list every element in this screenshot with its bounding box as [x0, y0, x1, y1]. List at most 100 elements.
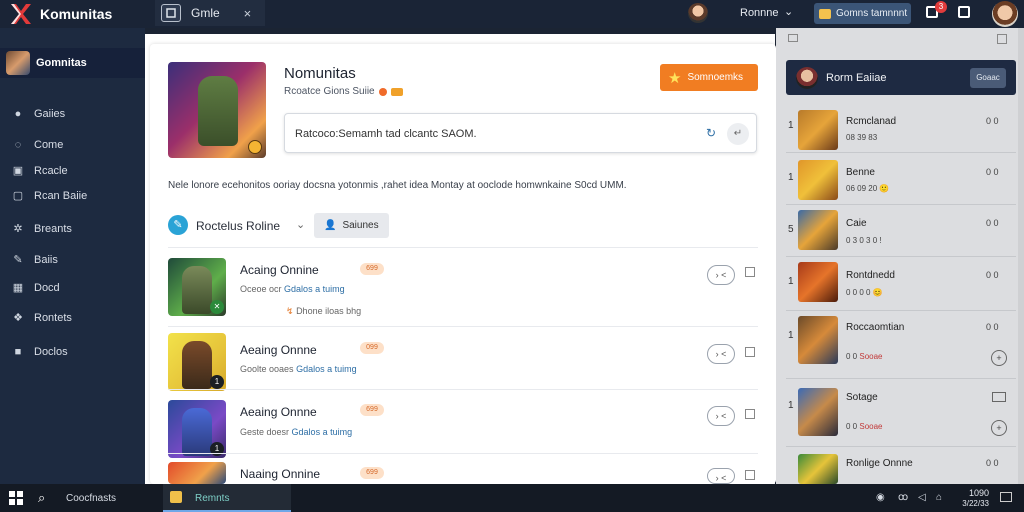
game-title[interactable]: Aeaing Onnne [240, 405, 317, 419]
user-name[interactable]: Ronnne [740, 7, 779, 19]
divider [786, 152, 1016, 153]
sidebar-item-read[interactable]: ▣ Rcacle [12, 165, 68, 177]
game-title[interactable]: Naaing Onnine [240, 467, 320, 481]
list-item-title[interactable]: Caie [846, 218, 867, 229]
chevron-down-icon[interactable]: ⌄ [784, 5, 793, 18]
list-item-action[interactable]: 0 0 [986, 218, 999, 228]
list-item-title[interactable]: Rontdnedd [846, 270, 895, 281]
more-icon[interactable] [745, 267, 755, 277]
game-thumbnail[interactable]: 1 [168, 333, 226, 391]
right-panel-button[interactable]: Goaac [970, 67, 1006, 88]
list-item-action[interactable]: 0 0 [986, 270, 999, 280]
list-thumbnail[interactable] [798, 160, 838, 200]
play-button[interactable]: › < [707, 468, 735, 484]
filter-label[interactable]: Roctelus Roline [196, 219, 280, 233]
divider [168, 389, 758, 390]
search-icon[interactable]: ⌕ [38, 490, 45, 506]
wifi-icon[interactable]: ⌂ [936, 492, 942, 503]
play-button[interactable]: › < [707, 265, 735, 285]
list-thumbnail[interactable] [798, 110, 838, 150]
game-thumbnail[interactable] [168, 462, 226, 484]
expand-icon[interactable] [997, 34, 1007, 44]
featured-button[interactable]: ★ Somnoemks [660, 64, 758, 91]
scrollbar[interactable] [1018, 28, 1024, 484]
profile-avatar[interactable] [992, 1, 1018, 27]
status-dot-icon [378, 87, 387, 96]
list-item-meta: 0 0 Sooae [846, 352, 883, 361]
fire-icon: ↯ [286, 306, 294, 316]
game-extra-text: Dhone iloas bhg [296, 306, 362, 316]
add-icon[interactable]: + [991, 420, 1007, 436]
sidebar-item-label: Gaiies [34, 108, 66, 120]
rank-number: 1 [788, 400, 794, 411]
edit-icon[interactable]: ✎ [168, 215, 188, 235]
refresh-icon[interactable]: ↻ [706, 126, 720, 140]
list-item-action[interactable]: 0 0 [986, 458, 999, 468]
list-item-title[interactable]: Sotage [846, 392, 878, 403]
rank-number: 5 [788, 224, 794, 235]
list-item-title[interactable]: Rcmclanad [846, 116, 896, 127]
list-thumbnail[interactable] [798, 262, 838, 302]
list-thumbnail[interactable] [798, 454, 838, 484]
tab-label: Gmle [191, 6, 220, 20]
hero-game-image[interactable] [168, 62, 266, 158]
chrome-icon[interactable]: ◉ [876, 492, 885, 503]
sidebar-item-users[interactable]: ✲ Breants [12, 223, 72, 235]
game-title[interactable]: Acaing Onnine [240, 263, 319, 277]
top-action-button[interactable]: Gomns tamnnnt [814, 3, 911, 24]
play-button[interactable]: › < [707, 406, 735, 426]
add-icon[interactable]: + [991, 350, 1007, 366]
list-item-action[interactable]: 0 0 [986, 167, 999, 177]
tab-game[interactable]: Gmle × [155, 0, 265, 26]
network-icon[interactable]: ꝏ [898, 492, 908, 503]
search-box: ↻ ↵ [284, 113, 757, 153]
divider [168, 326, 758, 327]
list-item-action[interactable]: 0 0 [986, 116, 999, 126]
tab-close-icon[interactable]: × [244, 6, 252, 21]
list-item-title[interactable]: Benne [846, 167, 875, 178]
sidebar-item-games[interactable]: ● Gaiies [12, 108, 66, 120]
sidebar-item-write[interactable]: ✎ Baiis [12, 254, 57, 266]
game-thumbnail[interactable]: ✕ [168, 258, 226, 316]
filter-chip[interactable]: 👤 Saiunes [314, 213, 389, 238]
send-icon[interactable]: ↵ [727, 123, 749, 145]
game-meta-link[interactable]: Gdalos a tuimg [296, 364, 357, 374]
sidebar-header[interactable]: Gomnitas [0, 48, 145, 78]
checkbox[interactable] [992, 392, 1006, 402]
play-button[interactable]: › < [707, 344, 735, 364]
character-figure [182, 266, 212, 314]
sidebar-item-groups[interactable]: ❖ Rontets [12, 312, 72, 324]
list-item-title[interactable]: Ronlige Onnne [846, 458, 913, 469]
list-item-title[interactable]: Roccaomtian [846, 322, 904, 333]
list-thumbnail[interactable] [798, 210, 838, 250]
sidebar-item-come[interactable]: ◌ Come [12, 139, 64, 151]
game-title[interactable]: Aeaing Onnne [240, 343, 317, 357]
more-icon[interactable] [745, 347, 755, 357]
app-logo[interactable]: Komunitas [8, 2, 112, 26]
more-icon[interactable] [745, 470, 755, 480]
chevron-down-icon[interactable]: ⌄ [296, 218, 305, 231]
list-thumbnail[interactable] [798, 388, 838, 436]
list-thumbnail[interactable] [798, 316, 838, 364]
taskbar-search[interactable]: Coocfnasts [66, 493, 116, 504]
calendar-icon[interactable] [958, 6, 970, 18]
hero-badge-icon [248, 140, 262, 154]
rank-number: 1 [788, 120, 794, 131]
more-icon[interactable] [745, 409, 755, 419]
game-meta-link[interactable]: Gdalos a tuimg [292, 427, 353, 437]
game-thumbnail[interactable]: 1 [168, 400, 226, 458]
windows-start-icon[interactable] [9, 491, 23, 505]
sidebar-item-folders[interactable]: ■ Doclos [12, 346, 68, 358]
volume-icon[interactable]: ◁ [918, 492, 926, 503]
search-input[interactable] [295, 124, 695, 144]
filter-chip-label: Saiunes [342, 220, 379, 231]
list-item-action[interactable]: 0 0 [986, 322, 999, 332]
sidebar-item-calendar[interactable]: ▦ Docd [12, 282, 60, 294]
rank-number: 1 [788, 172, 794, 183]
notification-badge: 3 [935, 1, 947, 13]
user-avatar[interactable] [688, 3, 708, 23]
game-meta-link[interactable]: Gdalos a tuimg [284, 284, 345, 294]
show-desktop-icon[interactable] [1000, 492, 1012, 502]
window-icon[interactable] [788, 34, 798, 42]
sidebar-item-chat[interactable]: ▢ Rcan Baiie [12, 190, 87, 202]
